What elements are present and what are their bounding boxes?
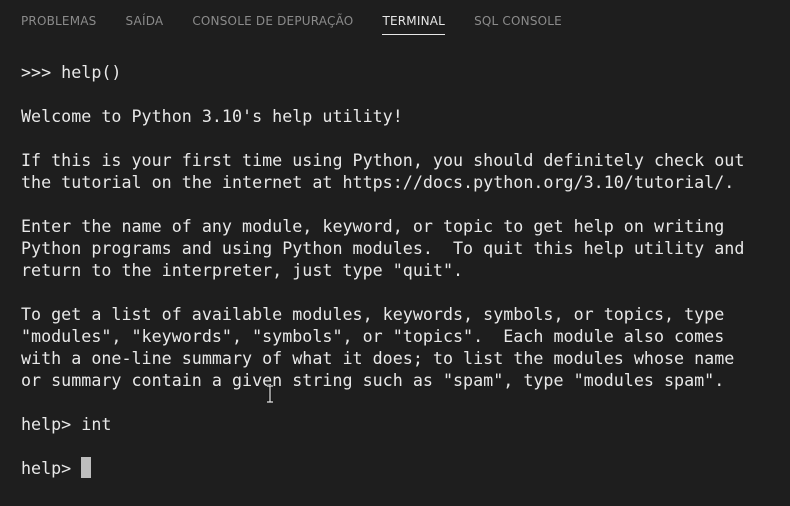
text-cursor — [81, 457, 92, 478]
terminal-line: >>> help() — [21, 62, 122, 82]
active-tab-indicator — [382, 34, 446, 35]
terminal-line: with a one-line summary of what it does;… — [21, 348, 735, 368]
terminal-line: Enter the name of any module, keyword, o… — [21, 216, 725, 236]
tab-problems[interactable]: PROBLEMAS — [21, 0, 97, 40]
terminal-line: the tutorial on the internet at https://… — [21, 172, 735, 192]
terminal-line: return to the interpreter, just type "qu… — [21, 260, 464, 280]
terminal-line: or summary contain a given string such a… — [21, 370, 725, 390]
bottom-panel: PROBLEMAS SAÍDA CONSOLE DE DEPURAÇÃO TER… — [0, 0, 790, 506]
terminal-output[interactable]: >>> help() Welcome to Python 3.10's help… — [21, 61, 781, 479]
terminal-line: If this is your first time using Python,… — [21, 150, 745, 170]
tab-debug-console-label: CONSOLE DE DEPURAÇÃO — [192, 14, 354, 28]
tab-output-label: SAÍDA — [125, 14, 164, 28]
ibeam-cursor-icon — [267, 385, 273, 403]
terminal-input-line[interactable]: help> — [21, 457, 781, 479]
terminal-line: "modules", "keywords", "symbols", or "to… — [21, 326, 725, 346]
terminal-line: To get a list of available modules, keyw… — [21, 304, 725, 324]
tab-problems-label: PROBLEMAS — [21, 14, 97, 28]
tab-terminal-label: TERMINAL — [382, 14, 446, 28]
panel-tab-bar: PROBLEMAS SAÍDA CONSOLE DE DEPURAÇÃO TER… — [0, 0, 790, 40]
tab-debug-console[interactable]: CONSOLE DE DEPURAÇÃO — [192, 0, 353, 40]
tab-sql-console-label: SQL CONSOLE — [474, 14, 562, 28]
terminal-line: Welcome to Python 3.10's help utility! — [21, 106, 403, 126]
tab-sql-console[interactable]: SQL CONSOLE — [474, 0, 562, 40]
help-prompt: help> — [21, 458, 82, 478]
terminal-line: help> int — [21, 414, 112, 434]
terminal-line: Python programs and using Python modules… — [21, 238, 745, 258]
tab-output[interactable]: SAÍDA — [126, 0, 164, 40]
tab-terminal[interactable]: TERMINAL — [382, 0, 446, 40]
